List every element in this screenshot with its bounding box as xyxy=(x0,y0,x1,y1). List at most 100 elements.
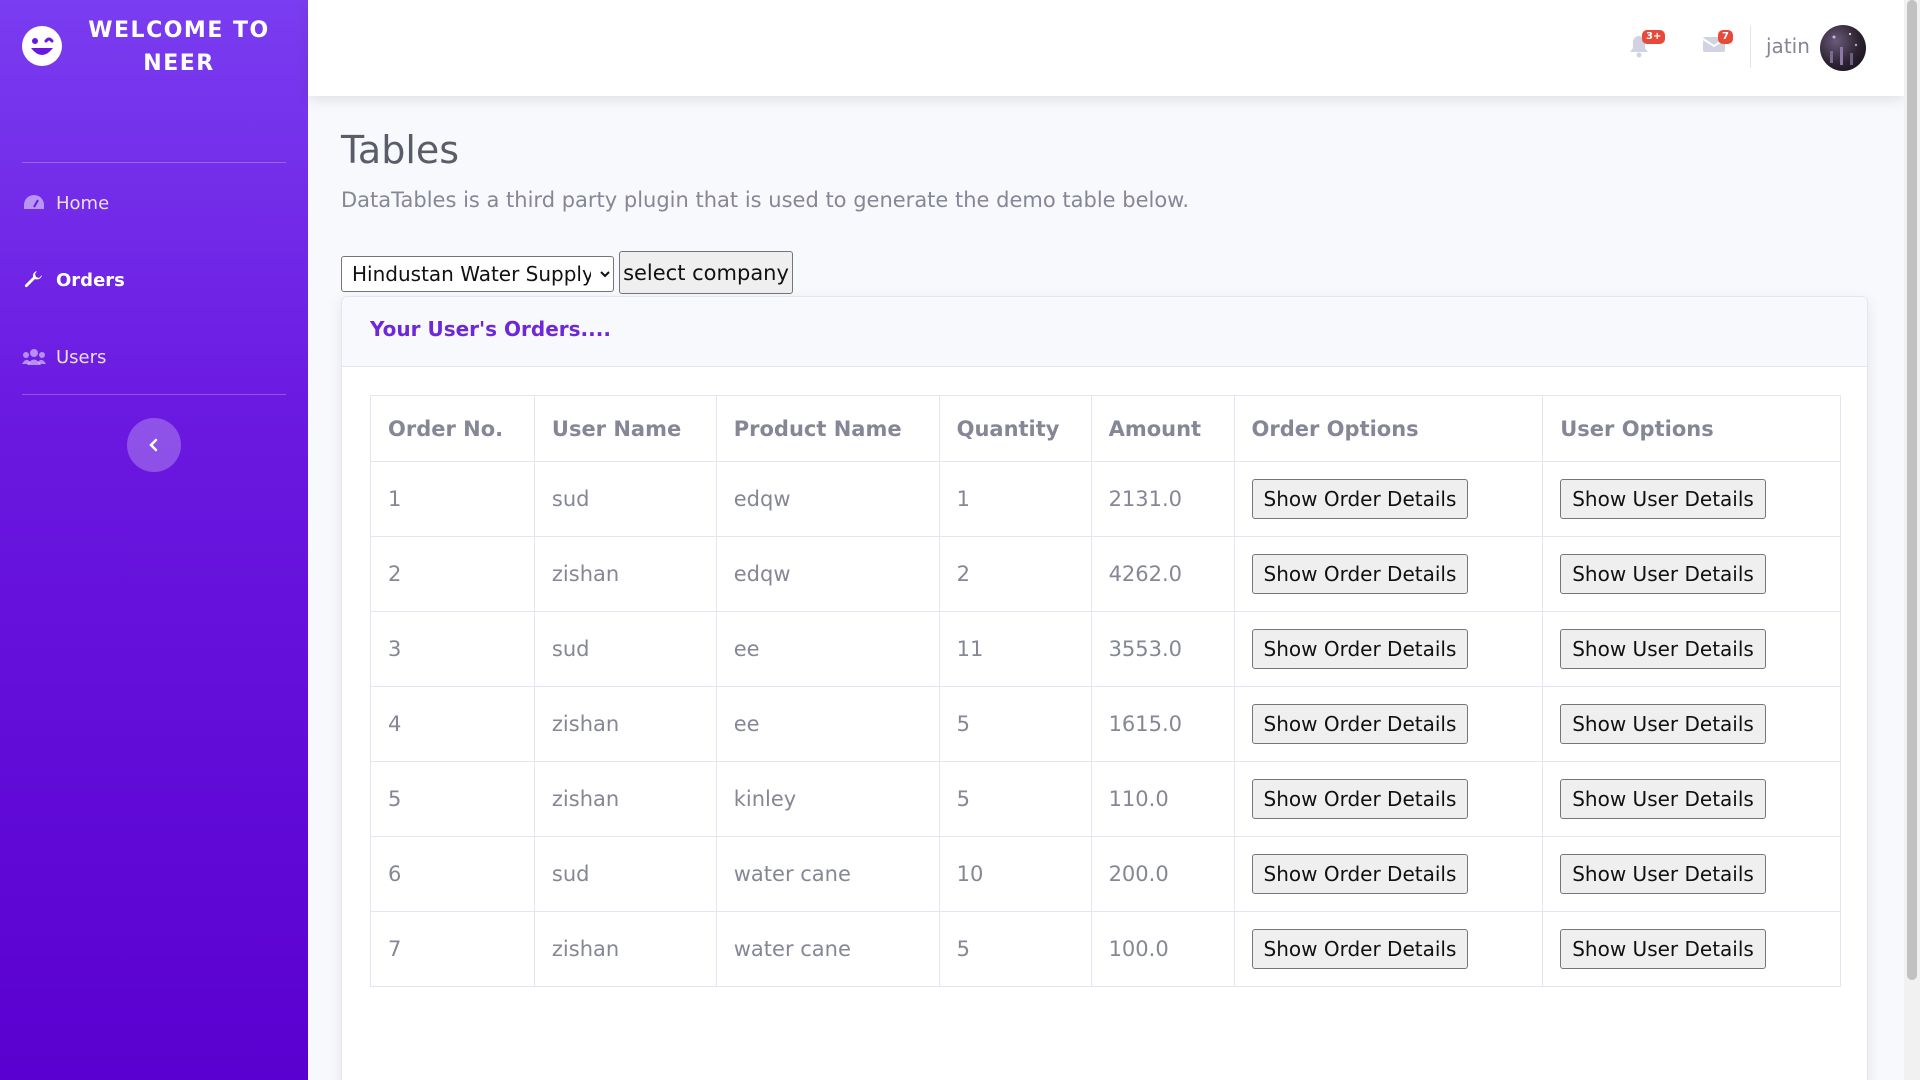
column-header[interactable]: User Name xyxy=(533,395,717,462)
messages-dropdown[interactable]: 7 xyxy=(1702,30,1733,58)
quantity-cell: 2 xyxy=(938,536,1092,612)
orders-table: Order No. User Name Product Name Quantit… xyxy=(370,395,1841,987)
messages-badge: 7 xyxy=(1718,30,1733,44)
table-row: 2 zishan edqw 2 4262.0 Show Order Detail… xyxy=(370,536,1841,612)
show-user-details-button[interactable]: Show User Details xyxy=(1560,629,1766,669)
order-no-cell: 6 xyxy=(370,836,535,912)
page-title: Tables xyxy=(341,128,460,172)
sidebar-divider xyxy=(22,394,286,395)
order-options-cell: Show Order Details xyxy=(1233,836,1544,912)
alerts-badge: 3+ xyxy=(1642,30,1666,44)
show-order-details-button[interactable]: Show Order Details xyxy=(1251,554,1469,594)
orders-card: Your User's Orders.... Order No. User Na… xyxy=(341,296,1868,1080)
amount-cell: 2131.0 xyxy=(1090,461,1235,537)
table-row: 3 sud ee 11 3553.0 Show Order Details Sh… xyxy=(370,611,1841,687)
column-header[interactable]: Order No. xyxy=(370,395,535,462)
users-icon xyxy=(22,346,46,368)
card-title: Your User's Orders.... xyxy=(342,297,1867,367)
order-no-cell: 2 xyxy=(370,536,535,612)
product-name-cell: water cane xyxy=(715,911,940,987)
user-name-cell: zishan xyxy=(533,761,717,837)
topbar: 3+ 7 jatin xyxy=(308,0,1904,96)
quantity-cell: 5 xyxy=(938,761,1092,837)
product-name-cell: kinley xyxy=(715,761,940,837)
show-order-details-button[interactable]: Show Order Details xyxy=(1251,479,1469,519)
user-name-cell: sud xyxy=(533,461,717,537)
order-no-cell: 5 xyxy=(370,761,535,837)
page-description: DataTables is a third party plugin that … xyxy=(341,188,1190,212)
column-header[interactable]: Quantity xyxy=(938,395,1092,462)
sidebar-brand[interactable]: WELCOME TO NEER xyxy=(0,0,308,110)
amount-cell: 100.0 xyxy=(1090,911,1235,987)
show-user-details-button[interactable]: Show User Details xyxy=(1560,554,1766,594)
page-scrollbar[interactable] xyxy=(1904,0,1920,1080)
user-options-cell: Show User Details xyxy=(1542,686,1841,762)
order-no-cell: 1 xyxy=(370,461,535,537)
sidebar-divider xyxy=(22,162,286,163)
user-options-cell: Show User Details xyxy=(1542,836,1841,912)
quantity-cell: 5 xyxy=(938,686,1092,762)
order-options-cell: Show Order Details xyxy=(1233,761,1544,837)
column-header[interactable]: Amount xyxy=(1090,395,1235,462)
company-select[interactable]: Hindustan Water Supply xyxy=(341,256,614,292)
show-user-details-button[interactable]: Show User Details xyxy=(1560,779,1766,819)
show-order-details-button[interactable]: Show Order Details xyxy=(1251,779,1469,819)
user-options-cell: Show User Details xyxy=(1542,461,1841,537)
alerts-dropdown[interactable]: 3+ xyxy=(1628,30,1666,58)
user-options-cell: Show User Details xyxy=(1542,911,1841,987)
sidebar-item-home[interactable]: Home xyxy=(22,183,109,223)
show-user-details-button[interactable]: Show User Details xyxy=(1560,929,1766,969)
brand-title: WELCOME TO NEER xyxy=(88,18,270,76)
table-row: 1 sud edqw 1 2131.0 Show Order Details S… xyxy=(370,461,1841,537)
quantity-cell: 5 xyxy=(938,911,1092,987)
sidebar-toggle-button[interactable] xyxy=(127,418,181,472)
sidebar-item-orders[interactable]: Orders xyxy=(22,260,125,300)
order-no-cell: 3 xyxy=(370,611,535,687)
scrollbar-thumb[interactable] xyxy=(1907,0,1917,980)
table-row: 4 zishan ee 5 1615.0 Show Order Details … xyxy=(370,686,1841,762)
avatar[interactable] xyxy=(1820,25,1866,71)
laugh-wink-icon xyxy=(22,26,62,66)
column-header[interactable]: Product Name xyxy=(715,395,940,462)
avatar-image xyxy=(1830,33,1858,65)
show-order-details-button[interactable]: Show Order Details xyxy=(1251,929,1469,969)
user-options-cell: Show User Details xyxy=(1542,611,1841,687)
order-no-cell: 7 xyxy=(370,911,535,987)
table-header-row: Order No. User Name Product Name Quantit… xyxy=(370,395,1841,462)
product-name-cell: edqw xyxy=(715,536,940,612)
user-options-cell: Show User Details xyxy=(1542,761,1841,837)
show-user-details-button[interactable]: Show User Details xyxy=(1560,854,1766,894)
wrench-icon xyxy=(22,269,46,291)
user-name-cell: sud xyxy=(533,611,717,687)
product-name-cell: ee xyxy=(715,611,940,687)
show-order-details-button[interactable]: Show Order Details xyxy=(1251,854,1469,894)
user-name-cell: zishan xyxy=(533,686,717,762)
order-options-cell: Show Order Details xyxy=(1233,611,1544,687)
column-header[interactable]: Order Options xyxy=(1233,395,1544,462)
tachometer-icon xyxy=(22,192,46,214)
user-name[interactable]: jatin xyxy=(1766,34,1810,58)
show-user-details-button[interactable]: Show User Details xyxy=(1560,479,1766,519)
amount-cell: 110.0 xyxy=(1090,761,1235,837)
user-name-cell: zishan xyxy=(533,536,717,612)
column-header[interactable]: User Options xyxy=(1542,395,1841,462)
user-name-cell: sud xyxy=(533,836,717,912)
select-company-button[interactable]: select company xyxy=(619,251,793,294)
order-options-cell: Show Order Details xyxy=(1233,911,1544,987)
quantity-cell: 10 xyxy=(938,836,1092,912)
order-options-cell: Show Order Details xyxy=(1233,461,1544,537)
show-order-details-button[interactable]: Show Order Details xyxy=(1251,704,1469,744)
amount-cell: 1615.0 xyxy=(1090,686,1235,762)
amount-cell: 4262.0 xyxy=(1090,536,1235,612)
chevron-left-icon xyxy=(149,438,158,452)
show-user-details-button[interactable]: Show User Details xyxy=(1560,704,1766,744)
product-name-cell: water cane xyxy=(715,836,940,912)
sidebar-item-label: Home xyxy=(56,192,110,214)
order-options-cell: Show Order Details xyxy=(1233,536,1544,612)
sidebar-item-label: Orders xyxy=(56,269,125,291)
user-options-cell: Show User Details xyxy=(1542,536,1841,612)
sidebar-item-users[interactable]: Users xyxy=(22,337,106,377)
product-name-cell: edqw xyxy=(715,461,940,537)
sidebar: WELCOME TO NEER Home Orders Users xyxy=(0,0,308,1080)
show-order-details-button[interactable]: Show Order Details xyxy=(1251,629,1469,669)
